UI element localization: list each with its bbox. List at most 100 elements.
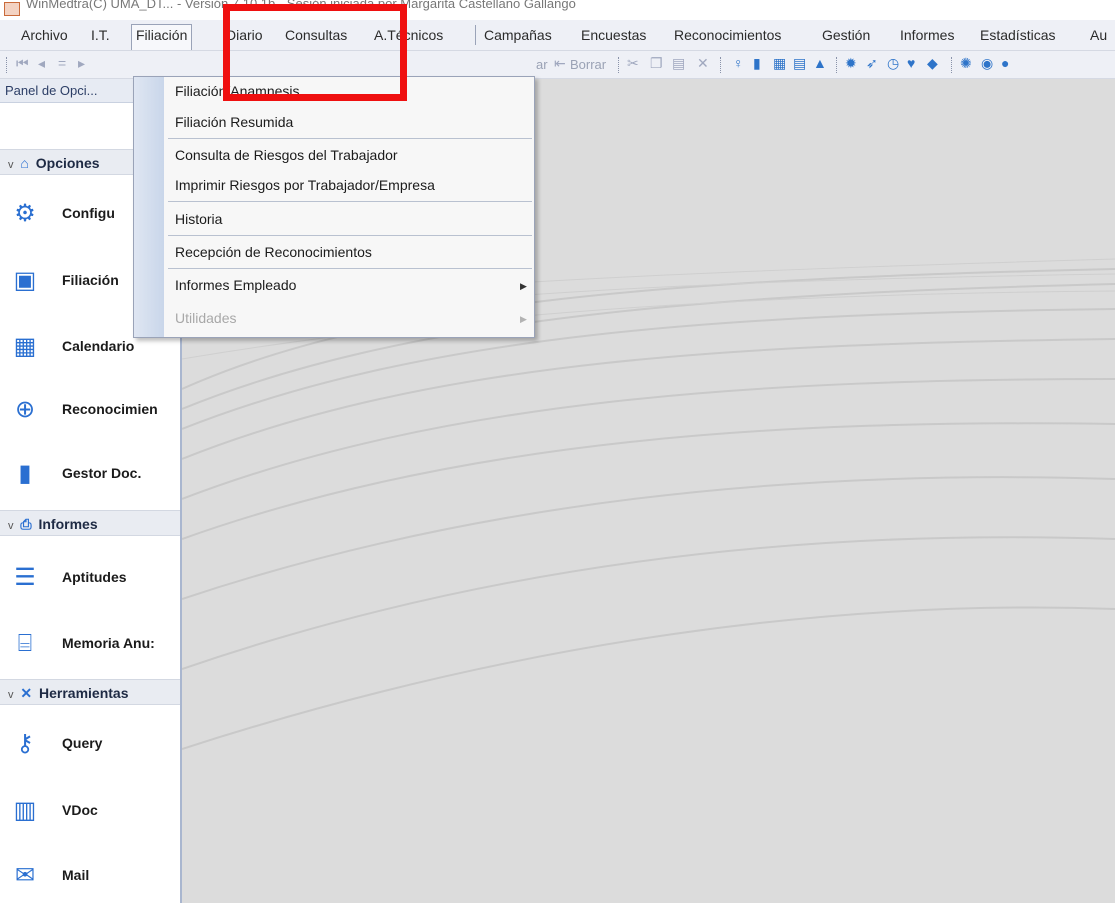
equals-icon[interactable]: =: [58, 55, 66, 71]
nav-label: Mail: [62, 867, 90, 883]
clock-icon[interactable]: ◷: [887, 55, 899, 72]
menu-item-informes-empleado[interactable]: Informes Empleado: [175, 277, 296, 293]
menu-estadisticas[interactable]: Estadísticas: [975, 26, 1060, 44]
submenu-arrow-icon: ▶: [520, 314, 527, 324]
chevron-down-icon: v: [8, 159, 14, 171]
menu-item-utilidades: Utilidades: [175, 310, 237, 326]
menu-item-filiacion-anamnesis[interactable]: Filiación/Anamnesis: [175, 83, 300, 99]
clipboard-icon[interactable]: ▤: [793, 55, 806, 72]
warning-icon[interactable]: ▲: [813, 55, 827, 71]
menu-encuestas[interactable]: Encuestas: [576, 26, 651, 44]
toolbar: ⏮ ◂ = ▸ ar ⇤ Borrar ✂ ❐ ▤ ✕ ♀ ▮ ▦ ▤ ▲ ✹ …: [0, 51, 1115, 79]
menu-campanas[interactable]: Campañas: [479, 26, 557, 44]
submenu-arrow-icon: ▶: [520, 281, 527, 291]
menu-reconocimientos[interactable]: Reconocimientos: [669, 26, 786, 44]
heart-icon[interactable]: ♥: [907, 55, 915, 71]
nav-label: Filiación: [62, 272, 119, 288]
delete-button[interactable]: Borrar: [570, 57, 606, 72]
nav-item-memoria-anual[interactable]: ⌸ Memoria Anu:: [0, 619, 180, 669]
menu-gutter: [134, 77, 164, 337]
cut-icon[interactable]: ✂: [627, 55, 639, 72]
mail-icon: ✉: [14, 862, 36, 889]
toolbar-partial-label[interactable]: ar: [536, 57, 548, 72]
nav-label: Calendario: [62, 338, 135, 354]
nav-item-reconocimientos[interactable]: ⊕ Reconocimien: [0, 385, 180, 435]
menu-item-filiacion-resumida[interactable]: Filiación Resumida: [175, 114, 293, 130]
document-icon: ☰: [14, 564, 36, 591]
chevron-down-icon: v: [8, 689, 14, 701]
group-label: Informes: [38, 516, 98, 532]
document-icon[interactable]: ▮: [753, 55, 761, 72]
map-pin-icon[interactable]: ♀: [733, 55, 744, 71]
title-bar: WinMedtra(C) UMA_DT... - Versión 7.10.1b…: [0, 0, 1115, 20]
clipboard-chart-icon: ⌸: [17, 630, 33, 657]
menu-item-recepcion-reconocimientos[interactable]: Recepción de Reconocimientos: [175, 244, 372, 260]
nav-item-aptitudes[interactable]: ☰ Aptitudes: [0, 553, 180, 603]
copy-icon[interactable]: ❐: [650, 55, 663, 72]
pill-icon[interactable]: ◆: [927, 55, 938, 72]
toolbar-grip: [6, 57, 8, 73]
medical-kit-icon: ⊕: [14, 396, 36, 423]
gear-icon[interactable]: ✹: [845, 55, 857, 72]
menu-au[interactable]: Au: [1085, 26, 1112, 44]
next-record-icon[interactable]: ▸: [78, 55, 85, 72]
tools-icon: ✕: [20, 685, 33, 701]
toolbar-separator: [618, 57, 620, 73]
menu-separator: [168, 268, 532, 269]
book-icon: ▥: [13, 797, 37, 824]
paste-icon[interactable]: ▤: [672, 55, 685, 72]
menu-diario[interactable]: Diario: [221, 26, 268, 44]
nav-label: Configu: [62, 205, 115, 221]
toolbar-separator: [951, 57, 953, 73]
menu-archivo[interactable]: Archivo: [16, 26, 73, 44]
nav-item-vdoc[interactable]: ▥ VDoc: [0, 786, 180, 836]
filiacion-dropdown-menu: Filiación/Anamnesis Filiación Resumida C…: [133, 76, 535, 338]
document-manager-icon: ▮: [18, 460, 32, 487]
app-icon: [4, 2, 20, 16]
group-label: Opciones: [35, 155, 100, 171]
menu-bar: Archivo I.T. Filiación Diario Consultas …: [0, 20, 1115, 51]
chevron-down-icon: v: [8, 520, 14, 532]
menu-separator: [475, 25, 476, 45]
nav-label: Memoria Anu:: [62, 635, 155, 651]
menu-gestion[interactable]: Gestión: [817, 26, 875, 44]
send-icon[interactable]: ➶: [866, 55, 878, 72]
menu-item-consulta-riesgos[interactable]: Consulta de Riesgos del Trabajador: [175, 147, 398, 163]
group-informes[interactable]: v ⎙ Informes: [0, 510, 180, 536]
nav-item-query[interactable]: ⚷ Query: [0, 719, 180, 769]
menu-informes[interactable]: Informes: [895, 26, 959, 44]
toolbar-separator: [720, 57, 722, 73]
menu-separator: [168, 235, 532, 236]
prev-record-icon[interactable]: ◂: [38, 55, 45, 72]
delete-icon[interactable]: ⇤: [554, 55, 566, 72]
calendar-icon: ▦: [13, 333, 37, 360]
home-icon: ⌂: [20, 155, 29, 171]
printer-icon: ⎙: [20, 516, 32, 532]
circle-icon[interactable]: ●: [1001, 55, 1009, 71]
key-icon: ⚷: [16, 730, 34, 757]
nav-label: Reconocimien: [62, 401, 158, 417]
menu-filiacion[interactable]: Filiación: [131, 24, 193, 50]
nav-label: Query: [62, 735, 103, 751]
menu-item-historia[interactable]: Historia: [175, 211, 222, 227]
first-record-icon[interactable]: ⏮: [16, 55, 29, 72]
calendar-icon[interactable]: ▦: [773, 55, 786, 72]
virus-icon[interactable]: ✺: [960, 55, 972, 72]
nav-item-gestor-doc[interactable]: ▮ Gestor Doc.: [0, 449, 180, 499]
group-label: Herramientas: [39, 685, 129, 701]
gear-icon: ⚙: [14, 200, 36, 227]
nav-item-mail[interactable]: ✉ Mail: [0, 851, 180, 901]
menu-it[interactable]: I.T.: [86, 26, 115, 44]
menu-atecnicos[interactable]: A.Técnicos: [369, 26, 448, 44]
toolbar-separator: [836, 57, 838, 73]
menu-separator: [168, 201, 532, 202]
globe-icon[interactable]: ◉: [981, 55, 993, 72]
nav-label: Aptitudes: [62, 569, 127, 585]
close-icon[interactable]: ✕: [697, 55, 709, 72]
group-herramientas[interactable]: v ✕ Herramientas: [0, 679, 180, 705]
menu-separator: [168, 138, 532, 139]
nav-label: VDoc: [62, 802, 98, 818]
menu-consultas[interactable]: Consultas: [280, 26, 352, 44]
nav-label: Gestor Doc.: [62, 465, 142, 481]
menu-item-imprimir-riesgos[interactable]: Imprimir Riesgos por Trabajador/Empresa: [175, 177, 435, 193]
